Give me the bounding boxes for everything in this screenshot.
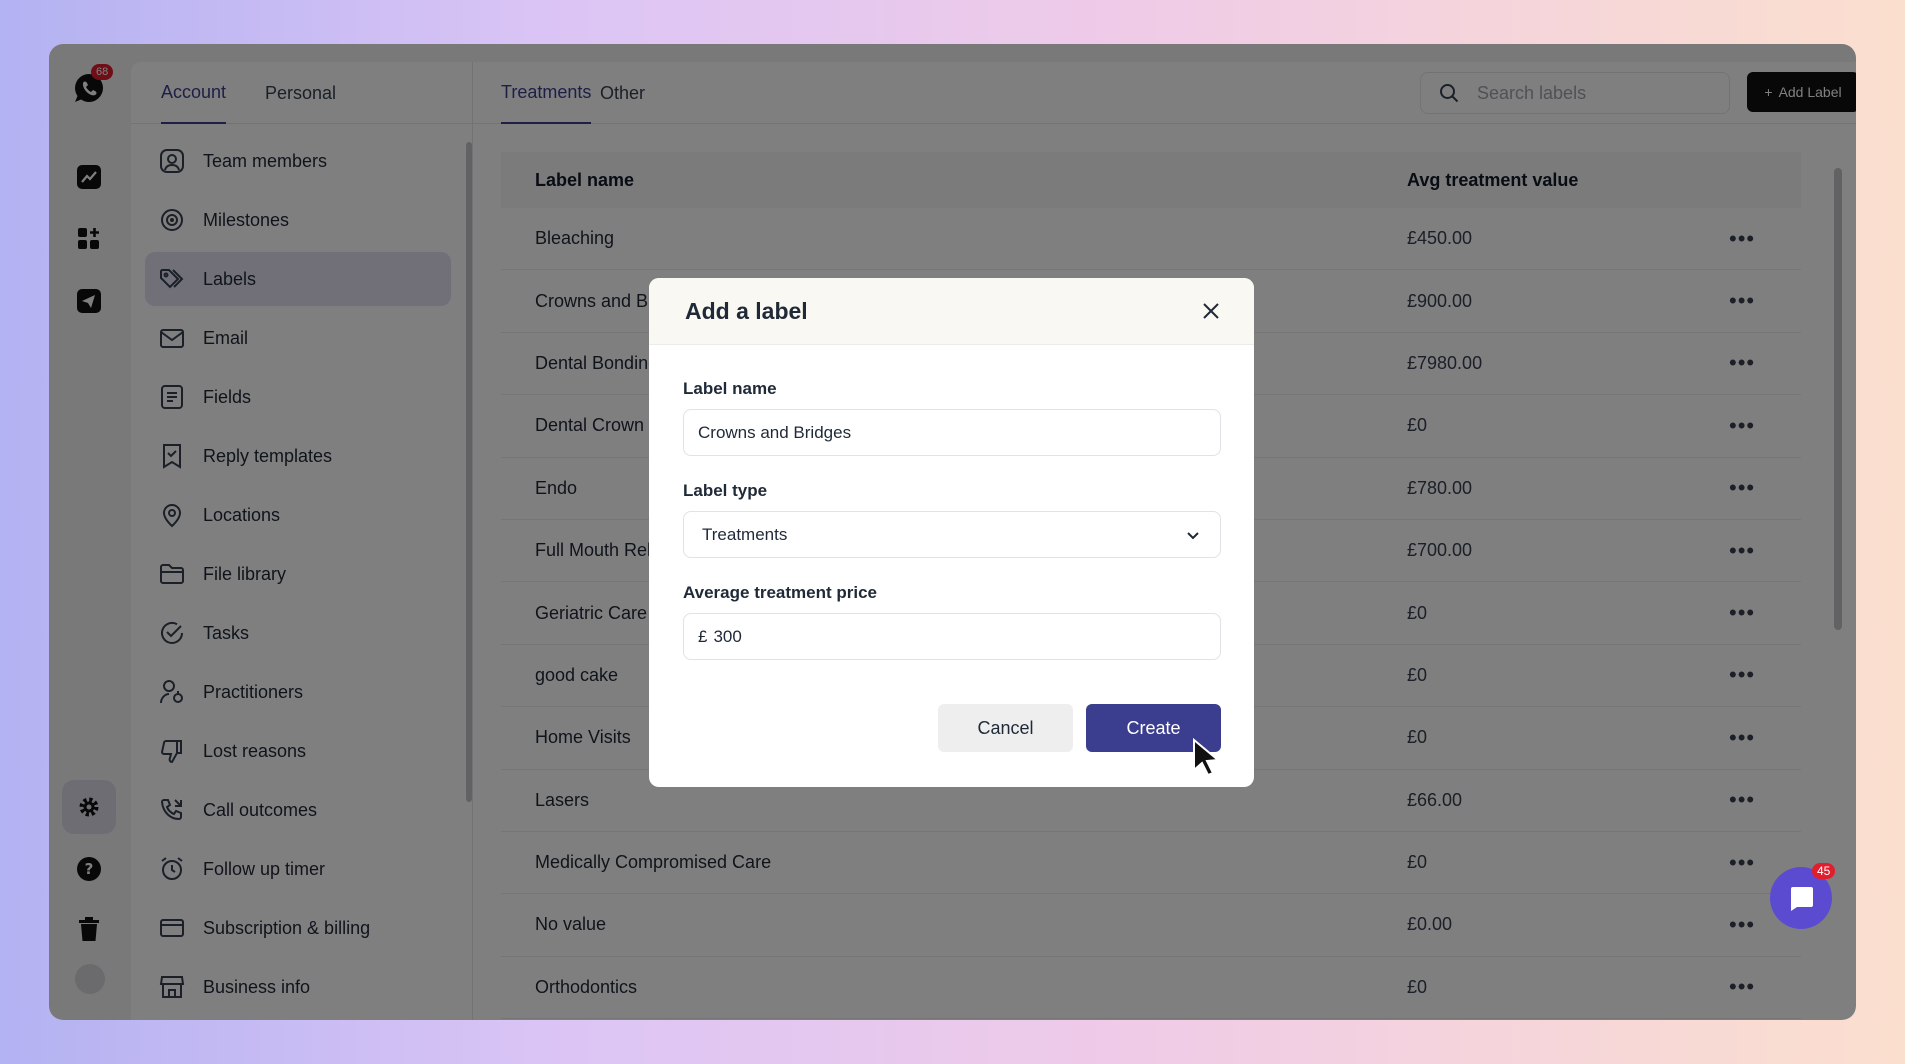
label-name-label: Label name: [683, 379, 777, 398]
mouse-cursor-icon: [1193, 738, 1221, 777]
currency-symbol: £: [698, 626, 708, 646]
label-type-label: Label type: [683, 481, 768, 500]
chat-icon: [1791, 887, 1813, 911]
chevron-down-icon: [1187, 532, 1199, 540]
avg-price-value: 300: [713, 626, 742, 646]
close-icon[interactable]: [1200, 300, 1222, 322]
label-type-select[interactable]: Treatments: [683, 511, 1221, 558]
dialog-header: Add a label: [649, 278, 1254, 345]
label-name-field[interactable]: Crowns and Bridges: [683, 409, 1221, 456]
avg-price-field[interactable]: £ 300: [683, 613, 1221, 660]
label-name-value: Crowns and Bridges: [698, 422, 852, 442]
cancel-button[interactable]: Cancel: [938, 704, 1073, 752]
add-label-dialog: Add a label Label name Crowns and Bridge…: [649, 278, 1254, 787]
avg-price-label: Average treatment price: [683, 583, 878, 602]
chat-button[interactable]: 45: [1770, 863, 1836, 929]
dialog-title: Add a label: [685, 297, 808, 324]
label-type-value: Treatments: [702, 524, 788, 544]
chat-badge: 45: [1812, 863, 1836, 879]
